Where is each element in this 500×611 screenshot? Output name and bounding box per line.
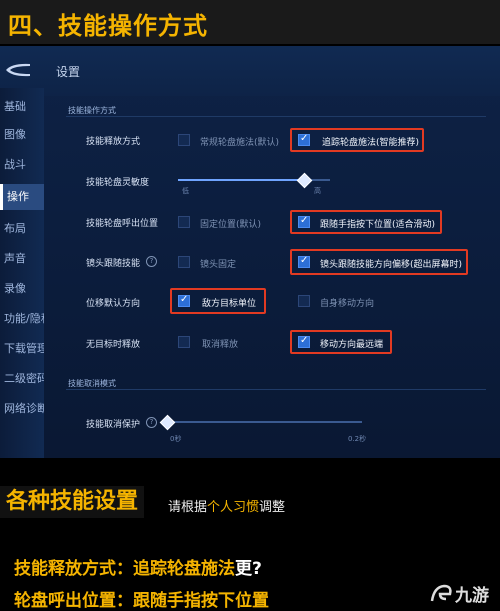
displacement-label: 位移默认方向 [86, 299, 141, 309]
caption-line2-value: 跟随手指按下位置 [133, 591, 269, 611]
sidebar-item-graphics[interactable]: 图像 [0, 126, 44, 146]
no-target-farthest-checkbox[interactable] [298, 335, 310, 348]
cast-mode-default-checkbox[interactable] [178, 134, 190, 146]
section-title-cast: 技能操作方式 [68, 106, 116, 115]
no-target-label: 无目标时释放 [86, 340, 141, 350]
call-position-fixed-checkbox[interactable] [178, 216, 190, 228]
sidebar-item-privacy[interactable]: 功能/隐私 [0, 310, 44, 330]
caption-sub-pre: 请根据 [168, 500, 208, 515]
sidebar-item-password[interactable]: 二级密码 [0, 370, 44, 390]
cast-mode-tracking-checkbox[interactable] [298, 133, 310, 146]
header-banner: 四、技能操作方式 [0, 0, 500, 44]
call-position-follow-option: 跟随手指按下位置(适合滑动) [320, 220, 436, 230]
cancel-protect-label: 技能取消保护 [86, 420, 141, 430]
no-target-cancel-option: 取消释放 [202, 340, 239, 350]
sensitivity-slider-fill [178, 179, 303, 181]
sensitivity-low-label: 低 [182, 187, 189, 195]
section-heading: 四、技能操作方式 [8, 12, 208, 40]
displacement-enemy-option: 敌方目标单位 [202, 299, 257, 309]
sidebar-item-replay[interactable]: 录像 [0, 280, 44, 300]
caption-sub-post: 调整 [259, 500, 286, 515]
cast-mode-default-option: 常规轮盘施法(默认) [200, 138, 280, 148]
caption-title: 各种技能设置 [0, 486, 145, 518]
settings-top-bar: 设置 [0, 46, 500, 96]
displacement-enemy-checkbox[interactable] [178, 294, 190, 307]
back-icon[interactable] [4, 62, 32, 78]
no-target-cancel-checkbox[interactable] [178, 336, 190, 348]
call-position-label: 技能轮盘呼出位置 [86, 219, 159, 229]
camera-follow-checkbox[interactable] [298, 255, 310, 268]
sidebar-item-download[interactable]: 下载管理 [0, 340, 44, 360]
divider [66, 389, 486, 390]
sensitivity-slider-handle[interactable] [296, 172, 312, 189]
caption-line1-key: 技能释放方式： [14, 559, 133, 579]
no-target-farthest-option: 移动方向最远端 [320, 340, 384, 350]
caption-line-2: 轮盘呼出位置：跟随手指按下位置 [14, 586, 269, 611]
jiuyou-logo: 九游 [430, 584, 489, 606]
cancel-slider-track[interactable] [162, 421, 362, 423]
help-icon[interactable]: ? [146, 417, 157, 428]
camera-follow-option: 镜头跟随技能方向偏移(超出屏幕时) [320, 260, 463, 270]
divider [66, 116, 486, 117]
settings-sidebar: 基础 图像 战斗 操作 布局 声音 录像 功能/隐私 下载管理 二级密码 网络诊… [0, 88, 44, 458]
caption-sub-highlight: 个人习惯 [207, 500, 260, 515]
camera-fixed-checkbox[interactable] [178, 256, 190, 268]
cancel-slider-handle[interactable] [159, 414, 176, 431]
sensitivity-high-label: 高 [314, 187, 321, 195]
help-icon[interactable]: ? [146, 256, 157, 267]
cancel-min-label: 0秒 [170, 435, 182, 443]
caption-line1-tail: 更? [235, 559, 262, 579]
sidebar-item-controls[interactable]: 操作 [0, 184, 44, 210]
sidebar-item-basic[interactable]: 基础 [0, 98, 44, 118]
bottom-caption: 各种技能设置 请根据个人习惯调整 技能释放方式：追踪轮盘施法更? 轮盘呼出位置：… [0, 458, 500, 611]
camera-fixed-option: 镜头固定 [200, 260, 237, 270]
cast-mode-tracking-option: 追踪轮盘施法(智能推荐) [322, 138, 420, 148]
sidebar-item-network[interactable]: 网络诊断 [0, 400, 44, 420]
call-position-fixed-option: 固定位置(默认) [200, 220, 262, 230]
camera-follow-label: 镜头跟随技能 [86, 259, 141, 269]
sensitivity-label: 技能轮盘灵敏度 [86, 178, 150, 188]
sidebar-item-sound[interactable]: 声音 [0, 250, 44, 270]
sidebar-item-battle[interactable]: 战斗 [0, 156, 44, 176]
game-settings-screenshot: 设置 基础 图像 战斗 操作 布局 声音 录像 功能/隐私 下载管理 二级密码 … [0, 46, 500, 458]
section-title-cancel: 技能取消模式 [68, 379, 116, 388]
page-title: 设置 [56, 65, 81, 79]
sidebar-item-layout[interactable]: 布局 [0, 220, 44, 240]
call-position-follow-checkbox[interactable] [298, 215, 310, 228]
logo-text: 九游 [454, 585, 489, 606]
caption-subtitle: 请根据个人习惯调整 [168, 496, 285, 515]
cast-mode-label: 技能释放方式 [86, 137, 141, 147]
displacement-self-option: 自身移动方向 [320, 299, 375, 309]
caption-line1-value: 追踪轮盘施法 [133, 559, 235, 579]
displacement-self-checkbox[interactable] [298, 295, 310, 307]
caption-line-1: 技能释放方式：追踪轮盘施法更? [14, 554, 262, 579]
caption-line2-key: 轮盘呼出位置： [14, 591, 133, 611]
cancel-max-label: 0.2秒 [348, 435, 367, 443]
